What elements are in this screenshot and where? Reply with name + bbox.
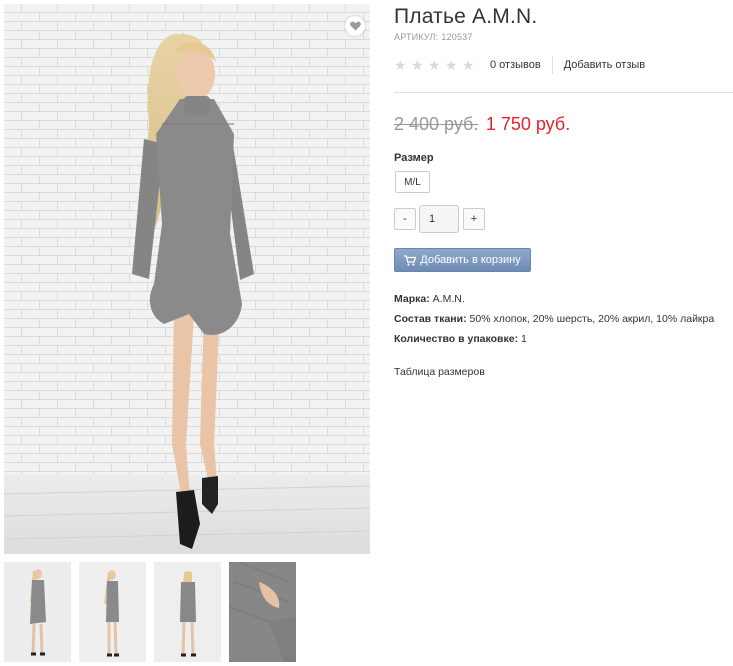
star-icon[interactable]: ★ [462,58,475,72]
attribute-label: Марка: [394,293,430,305]
heart-icon [349,21,361,31]
divider-line [394,92,733,93]
star-icon[interactable]: ★ [394,58,407,72]
sku-label: АРТИКУЛ: [394,32,439,42]
sku-value: 120537 [441,32,473,42]
add-to-cart-label: Добавить в корзину [420,254,521,266]
thumbnail-image [4,562,71,662]
thumbnail-1[interactable] [4,562,71,662]
attribute-brand: Марка: A.M.N. [394,293,714,313]
old-price: 2 400 руб. [394,114,479,134]
thumbnail-image [154,562,221,662]
thumbnail-gallery [4,562,296,662]
main-product-image[interactable] [4,4,370,554]
star-icon[interactable]: ★ [411,58,424,72]
thumbnail-3[interactable] [154,562,221,662]
product-attributes: Марка: A.M.N. Состав ткани: 50% хлопок, … [394,293,714,353]
cart-icon [404,254,417,266]
quantity-increase-button[interactable]: + [463,208,485,230]
quantity-input[interactable] [419,205,459,233]
attribute-label: Количество в упаковке: [394,333,519,345]
attribute-pack-quantity: Количество в упаковке: 1 [394,333,714,353]
add-to-cart-button[interactable]: Добавить в корзину [394,248,531,272]
rating-row: ★ ★ ★ ★ ★ 0 отзывов Добавить отзыв [394,56,733,74]
divider [551,56,553,74]
star-icon[interactable]: ★ [445,58,458,72]
product-sku: АРТИКУЛ: 120537 [394,32,473,42]
thumbnail-2[interactable] [79,562,146,662]
size-table-link[interactable]: Таблица размеров [394,366,485,378]
rating-stars[interactable]: ★ ★ ★ ★ ★ [394,58,475,72]
model-photo [4,4,370,554]
price-row: 2 400 руб. 1 750 руб. [394,114,570,135]
size-label: Размер [394,152,434,164]
attribute-value: A.M.N. [432,293,465,305]
product-title: Платье A.M.N. [394,5,538,28]
reviews-count[interactable]: 0 отзывов [490,59,541,71]
thumbnail-image [229,562,296,662]
size-option-button[interactable]: M/L [395,171,430,193]
thumbnail-image [79,562,146,662]
wishlist-button[interactable] [345,16,365,36]
add-review-link[interactable]: Добавить отзыв [564,59,645,71]
attribute-fabric: Состав ткани: 50% хлопок, 20% шерсть, 20… [394,313,714,333]
quantity-decrease-button[interactable]: - [394,208,416,230]
attribute-value: 1 [521,333,527,345]
current-price: 1 750 руб. [485,114,571,134]
thumbnail-4[interactable] [229,562,296,662]
attribute-label: Состав ткани: [394,313,467,325]
star-icon[interactable]: ★ [428,58,441,72]
attribute-value: 50% хлопок, 20% шерсть, 20% акрил, 10% л… [469,313,715,325]
